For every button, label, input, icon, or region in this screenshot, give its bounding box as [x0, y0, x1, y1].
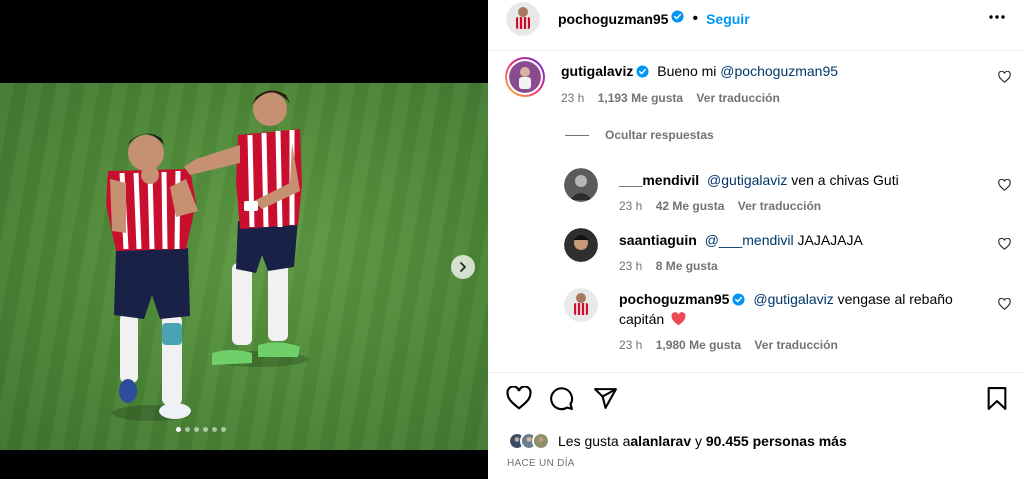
reply-username[interactable]: pochoguzman95 — [619, 291, 729, 307]
follow-button[interactable]: Seguir — [706, 11, 750, 27]
reply-mention[interactable]: @gutigalaviz — [707, 172, 787, 188]
save-button[interactable] — [986, 386, 1008, 416]
post-time-ago[interactable]: HACE UN DÍA — [507, 458, 575, 469]
carousel-dots — [176, 427, 226, 432]
chevron-right-icon — [460, 262, 466, 272]
reply-mention[interactable]: @gutigalaviz — [753, 291, 833, 307]
bookmark-icon — [987, 387, 1007, 410]
reply-username[interactable]: ___mendivil — [619, 172, 699, 188]
football-players-illustration — [106, 90, 308, 421]
author-avatar[interactable] — [506, 2, 540, 36]
heart-icon — [506, 385, 532, 410]
heart-icon — [998, 178, 1011, 191]
reply-avatar[interactable] — [564, 168, 598, 202]
reply-text: ven a chivas Guti — [787, 172, 899, 188]
reply-text: vengase al rebaño — [833, 291, 953, 307]
reply-text: JAJAJAJA — [793, 232, 863, 248]
likes-count[interactable]: 90.455 personas más — [706, 433, 847, 449]
hide-replies-label: Ocultar respuestas — [605, 128, 714, 142]
reply-mention[interactable]: @___mendivil — [705, 232, 794, 248]
reply-likes[interactable]: 8 Me gusta — [656, 259, 718, 273]
comment-mention[interactable]: @pochoguzman95 — [720, 63, 838, 79]
comment-body: gutigalaviz Bueno mi @pochoguzman95 — [561, 62, 838, 82]
see-translation-button[interactable]: Ver traducción — [754, 338, 837, 352]
reply-time[interactable]: 23 h — [619, 259, 642, 273]
verified-badge-icon — [732, 292, 746, 310]
verified-badge-icon — [636, 64, 649, 82]
hide-replies-line — [565, 134, 589, 136]
reply-likes[interactable]: 42 Me gusta — [656, 199, 725, 213]
carousel-dot — [203, 427, 208, 432]
comment-time[interactable]: 23 h — [561, 91, 584, 105]
post-header: pochoguzman95 • Seguir — [488, 0, 1024, 51]
red-heart-icon — [671, 312, 686, 330]
reply-likes[interactable]: 1,980 Me gusta — [656, 338, 741, 352]
comment-icon — [550, 387, 574, 411]
comment-meta: 23 h 1,193 Me gusta Ver traducción — [561, 91, 790, 105]
reply-meta: 23 h 1,980 Me gusta Ver traducción — [619, 338, 848, 352]
share-icon — [594, 388, 617, 409]
header-separator: • — [692, 10, 699, 27]
like-post-button[interactable] — [506, 385, 532, 415]
next-slide-button[interactable] — [451, 255, 475, 279]
more-options-button[interactable] — [988, 8, 1006, 31]
see-translation-button[interactable]: Ver traducción — [738, 199, 821, 213]
reply-text-line2: capitán — [619, 311, 665, 327]
comment-username[interactable]: gutigalaviz — [561, 63, 633, 79]
like-reply-button[interactable] — [998, 237, 1011, 255]
comment-likes[interactable]: 1,193 Me gusta — [598, 91, 683, 105]
post-details-panel: pochoguzman95 • Seguir gutigalaviz Bueno… — [488, 0, 1024, 479]
reply-meta: 23 h 42 Me gusta Ver traducción — [619, 199, 831, 213]
reply-avatar[interactable] — [564, 288, 598, 322]
reply-time[interactable]: 23 h — [619, 338, 642, 352]
share-button[interactable] — [593, 386, 618, 416]
carousel-dot — [194, 427, 199, 432]
likes-prefix: Les gusta a — [558, 433, 631, 449]
liker-username[interactable]: alanlarav — [630, 433, 691, 449]
carousel-dot — [176, 427, 181, 432]
reply-body: ___mendivil @gutigalaviz ven a chivas Gu… — [619, 171, 899, 189]
post-media — [0, 0, 488, 479]
reply-meta: 23 h 8 Me gusta — [619, 259, 728, 273]
see-translation-button[interactable]: Ver traducción — [696, 91, 779, 105]
reply-body: saantiaguin @___mendivil JAJAJAJA — [619, 231, 863, 249]
actions-divider — [488, 372, 1024, 373]
heart-icon — [998, 70, 1011, 83]
like-reply-button[interactable] — [998, 297, 1011, 315]
reply-avatar[interactable] — [564, 228, 598, 262]
comment-text: Bueno mi — [657, 63, 721, 79]
comment-button[interactable] — [549, 386, 574, 416]
carousel-dot — [212, 427, 217, 432]
like-reply-button[interactable] — [998, 178, 1011, 196]
author-username[interactable]: pochoguzman95 — [558, 11, 668, 27]
comment-avatar[interactable] — [505, 57, 545, 97]
carousel-dot — [221, 427, 226, 432]
likes-summary: Les gusta a alanlarav y 90.455 personas … — [508, 432, 847, 450]
post-photo[interactable] — [0, 83, 488, 450]
carousel-dot — [185, 427, 190, 432]
heart-icon — [998, 297, 1011, 310]
heart-icon — [998, 237, 1011, 250]
liker-avatar — [532, 432, 550, 450]
liker-avatars[interactable] — [508, 432, 550, 450]
reply-username[interactable]: saantiaguin — [619, 232, 697, 248]
likes-middle: y — [691, 433, 706, 449]
reply-time[interactable]: 23 h — [619, 199, 642, 213]
reply-body: pochoguzman95 @gutigalaviz vengase al re… — [619, 290, 979, 330]
hide-replies-button[interactable]: Ocultar respuestas — [565, 128, 714, 142]
ellipsis-icon — [989, 15, 1005, 19]
verified-badge-icon — [671, 10, 685, 28]
like-comment-button[interactable] — [998, 70, 1011, 88]
